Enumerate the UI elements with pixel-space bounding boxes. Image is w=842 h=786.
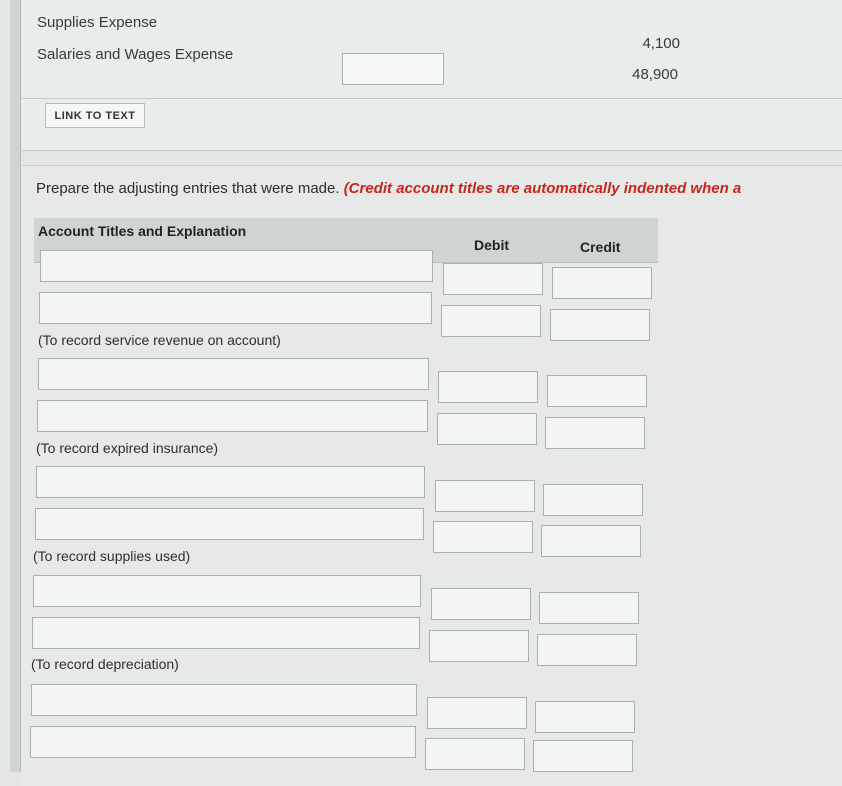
debit-header: Debit [474,237,509,253]
supplies-expense-amount: 4,100 [642,35,680,52]
link-to-text-button[interactable]: LINK TO TEXT [45,103,145,128]
divider [22,150,842,151]
salaries-expense-label: Salaries and Wages Expense [37,46,234,63]
salaries-expense-amount: 48,900 [632,66,678,83]
divider [22,98,842,99]
supplies-expense-label: Supplies Expense [37,14,158,31]
credit-input[interactable] [541,525,641,557]
account-titles-header: Account Titles and Explanation [38,223,247,239]
credit-header: Credit [580,239,621,255]
credit-input[interactable] [545,417,645,449]
account-title-input[interactable] [36,466,425,498]
debit-input[interactable] [433,521,533,553]
debit-input[interactable] [435,480,535,512]
account-title-input[interactable] [35,508,424,540]
entry-note: (To record expired insurance) [36,440,219,456]
credit-input[interactable] [543,484,643,516]
entry-note: (To record depreciation) [31,656,179,672]
account-title-input[interactable] [40,250,433,282]
debit-input[interactable] [427,697,527,729]
account-title-input[interactable] [30,726,416,758]
debit-input[interactable] [438,371,538,403]
account-title-input[interactable] [31,684,417,716]
entry-note: (To record supplies used) [33,548,191,564]
credit-input[interactable] [537,634,637,666]
credit-input[interactable] [539,592,639,624]
debit-input[interactable] [429,630,529,662]
left-border [10,0,21,772]
account-title-input[interactable] [39,292,432,324]
credit-input[interactable] [535,701,635,733]
salaries-expense-input[interactable] [342,53,444,85]
debit-input[interactable] [441,305,541,337]
account-title-input[interactable] [38,358,429,390]
instruction-hint: (Credit account titles are automatically… [343,180,742,197]
debit-input[interactable] [437,413,537,445]
account-title-input[interactable] [33,575,421,607]
debit-input[interactable] [443,263,543,295]
account-title-input[interactable] [37,400,428,432]
entry-note: (To record service revenue on account) [38,332,281,348]
credit-input[interactable] [552,267,652,299]
credit-input[interactable] [547,375,647,407]
account-title-input[interactable] [32,617,420,649]
debit-input[interactable] [425,738,525,770]
instruction-main: Prepare the adjusting entries that were … [36,180,340,197]
credit-input[interactable] [533,740,633,772]
instruction-text: Prepare the adjusting entries that were … [36,180,741,197]
credit-input[interactable] [550,309,650,341]
debit-input[interactable] [431,588,531,620]
